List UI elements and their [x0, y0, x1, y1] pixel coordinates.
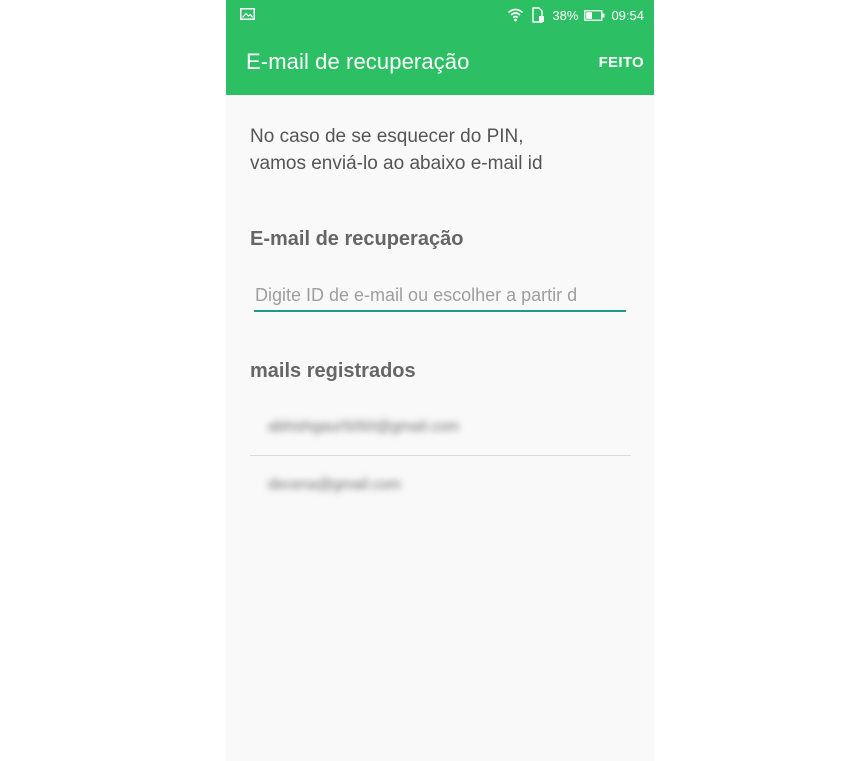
- phone-screen: 38% 09:54 E-mail de recuperação FEITO No…: [226, 0, 654, 761]
- description-line-2: vamos enviá-lo ao abaixo e-mail id: [250, 153, 543, 174]
- registered-email-list: abhishgaur5050@gmail.com decena@gmail.co…: [250, 398, 631, 513]
- battery-percent: 38%: [552, 7, 579, 23]
- battery-icon: [584, 9, 605, 21]
- image-notification-icon: [240, 8, 255, 20]
- app-toolbar: E-mail de recuperação FEITO: [226, 30, 654, 95]
- status-icons: 38% 09:54: [507, 0, 644, 30]
- status-bar: 38% 09:54: [226, 0, 654, 30]
- description-text: No caso de se esquecer do PIN, vamos env…: [250, 123, 640, 177]
- sim-icon: [530, 7, 546, 23]
- clock: 09:54: [611, 7, 644, 23]
- wifi-icon: [507, 8, 524, 22]
- registered-email-item[interactable]: abhishgaur5050@gmail.com: [250, 398, 631, 455]
- description-line-1: No caso de se esquecer do PIN,: [250, 126, 524, 147]
- registered-emails-title: mails registrados: [250, 360, 416, 382]
- done-button[interactable]: FEITO: [599, 54, 644, 71]
- page-title: E-mail de recuperação: [246, 49, 470, 74]
- registered-email-item[interactable]: decena@gmail.com: [250, 455, 631, 513]
- registered-email-address: decena@gmail.com: [268, 476, 401, 493]
- registered-email-address: abhishgaur5050@gmail.com: [268, 418, 460, 435]
- recovery-email-label: E-mail de recuperação: [250, 228, 464, 250]
- recovery-email-input[interactable]: [254, 280, 626, 312]
